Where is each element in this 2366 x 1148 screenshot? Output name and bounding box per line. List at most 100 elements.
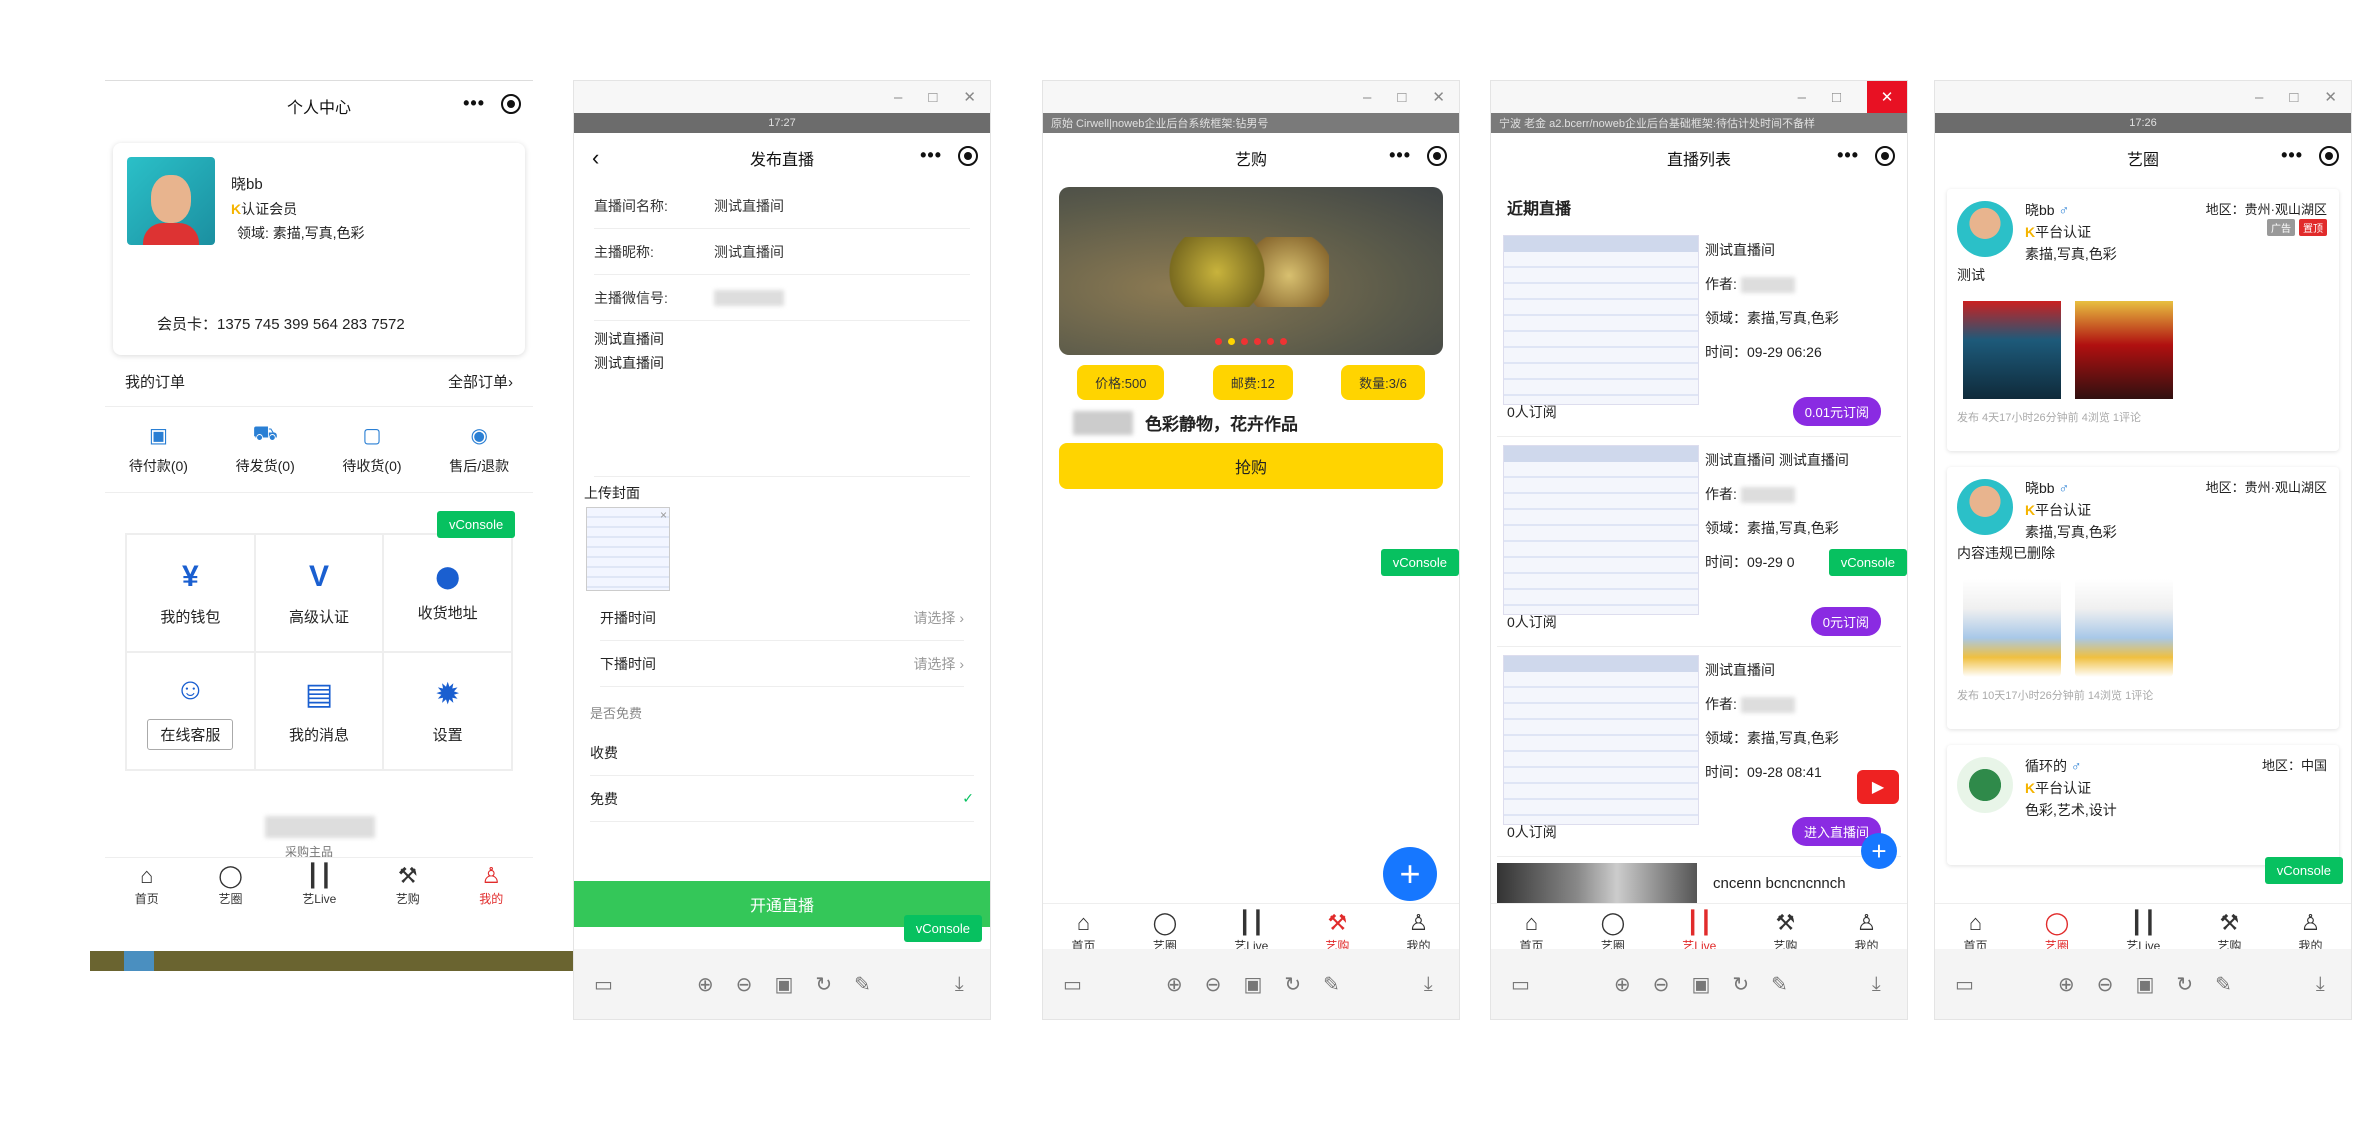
close-icon[interactable]: ✕	[2324, 88, 2337, 106]
close-icon[interactable]: ✕	[963, 88, 976, 106]
artwork-carousel[interactable]	[1059, 187, 1443, 355]
actual-size-icon[interactable]: ▣	[1691, 972, 1710, 997]
post-image[interactable]	[2075, 301, 2173, 399]
minimize-icon[interactable]: –	[1798, 89, 1806, 106]
tab-circle[interactable]: ◯ 艺圈	[1153, 911, 1178, 954]
close-icon[interactable]: ✕	[1867, 81, 1907, 113]
field-value-blurred[interactable]	[714, 289, 784, 306]
tab-circle[interactable]: ◯ 艺圈	[1601, 911, 1626, 954]
tab-circle[interactable]: ◯ 艺圈	[218, 864, 243, 907]
download-icon[interactable]: ⤓	[2316, 973, 2325, 996]
grid-wallet[interactable]: ¥ 我的钱包	[126, 534, 255, 652]
edit-icon[interactable]: ✎	[1323, 972, 1340, 997]
grid-address[interactable]: ⬤ 收货地址	[383, 534, 512, 652]
tab-shop[interactable]: ⚒ 艺购	[1325, 911, 1349, 954]
tab-mine[interactable]: ♙ 我的	[2298, 911, 2322, 954]
subscribe-button[interactable]: 0.01元订阅	[1792, 397, 1881, 426]
tab-home[interactable]: ⌂ 首页	[1072, 911, 1096, 954]
live-item[interactable]: 测试直播间 测试直播间 作者: 领域：素描,写真,色彩 时间：09-29 0 0…	[1497, 437, 1901, 647]
field-value[interactable]: 测试直播间	[714, 242, 784, 262]
rotate-icon[interactable]: ↻	[1284, 972, 1301, 997]
zoom-out-icon[interactable]: ⊖	[2097, 972, 2114, 997]
grid-customer-service[interactable]: ☺ 在线客服	[126, 652, 255, 770]
tab-shop[interactable]: ⚒ 艺购	[2217, 911, 2241, 954]
zoom-in-icon[interactable]: ⊕	[1166, 972, 1183, 997]
subscribe-button[interactable]: 0元订阅	[1810, 607, 1881, 636]
end-time-picker[interactable]: 下播时间 请选择 ›	[600, 641, 964, 687]
avatar[interactable]	[1957, 201, 2013, 257]
avatar[interactable]	[1957, 479, 2013, 535]
buy-button[interactable]: 抢购	[1059, 443, 1443, 489]
description-textarea[interactable]: 测试直播间 测试直播间	[594, 327, 970, 477]
grid-messages[interactable]: ▤ 我的消息	[254, 652, 384, 770]
download-icon[interactable]: ⤓	[1424, 973, 1433, 996]
start-time-picker[interactable]: 开播时间 请选择 ›	[600, 595, 964, 641]
tab-live[interactable]: ┃┃ 艺Live	[1682, 911, 1716, 954]
minimize-icon[interactable]: –	[2255, 89, 2263, 106]
tab-live[interactable]: ┃┃ 艺Live	[302, 864, 336, 907]
actual-size-icon[interactable]: ▣	[774, 972, 793, 997]
panel-icon[interactable]: ▭	[1511, 972, 1530, 997]
panel-icon[interactable]: ▭	[1955, 972, 1974, 997]
tab-live[interactable]: ┃┃ 艺Live	[1234, 911, 1268, 954]
edit-icon[interactable]: ✎	[1771, 972, 1788, 997]
add-fab-button[interactable]: +	[1383, 847, 1437, 901]
cover-thumbnail[interactable]	[586, 507, 670, 591]
live-item[interactable]: 测试直播间 作者: 领域：素描,写真,色彩 时间：09-29 06:26 0人订…	[1497, 227, 1901, 437]
live-item-partial[interactable]: cncenn bcncncnnch	[1497, 863, 1901, 903]
post-image[interactable]	[2075, 579, 2173, 677]
panel-icon[interactable]: ▭	[594, 972, 613, 997]
vconsole-button[interactable]: vConsole	[1380, 549, 1459, 576]
zoom-out-icon[interactable]: ⊖	[1653, 972, 1670, 997]
vconsole-button[interactable]: vConsole	[903, 915, 982, 942]
grid-verification[interactable]: V 高级认证	[254, 534, 384, 652]
avatar[interactable]	[127, 157, 215, 245]
tab-mine[interactable]: ♙ 我的	[1406, 911, 1430, 954]
post-card[interactable]: 地区：中国 循环的 ♂ K平台认证 色彩,艺术,设计	[1947, 745, 2339, 865]
order-refund[interactable]: ◉ 售后/退款	[449, 423, 509, 476]
capsule-close-icon[interactable]	[958, 145, 978, 166]
minimize-icon[interactable]: –	[1363, 89, 1371, 106]
capsule-close-icon[interactable]	[1427, 145, 1447, 166]
post-image[interactable]	[1963, 579, 2061, 677]
grid-settings[interactable]: ✹ 设置	[383, 652, 512, 770]
tab-mine[interactable]: ♙ 我的	[1854, 911, 1878, 954]
vconsole-button[interactable]: vConsole	[1828, 549, 1907, 576]
field-host-wechat[interactable]: 主播微信号:	[594, 275, 970, 321]
field-value[interactable]: 测试直播间	[714, 196, 784, 216]
actual-size-icon[interactable]: ▣	[1243, 972, 1262, 997]
close-icon[interactable]: ✕	[1432, 88, 1445, 106]
tab-live[interactable]: ┃┃ 艺Live	[2126, 911, 2160, 954]
maximize-icon[interactable]: □	[2289, 89, 2298, 106]
tab-home[interactable]: ⌂ 首页	[135, 864, 159, 907]
field-room-name[interactable]: 直播间名称: 测试直播间	[594, 183, 970, 229]
post-card[interactable]: 地区：贵州·观山湖区 晓bb ♂ K平台认证 素描,写真,色彩 内容违规已删除 …	[1947, 467, 2339, 729]
tab-shop[interactable]: ⚒ 艺购	[396, 864, 420, 907]
video-camera-icon[interactable]: ▶	[1857, 770, 1899, 804]
minimize-icon[interactable]: –	[894, 89, 902, 106]
vconsole-button[interactable]: vConsole	[2264, 857, 2343, 884]
post-card[interactable]: 地区：贵州·观山湖区 广告 置顶 晓bb ♂ K平台认证 素描,写真,色彩 测试…	[1947, 189, 2339, 451]
tab-home[interactable]: ⌂ 首页	[1520, 911, 1544, 954]
order-pending-payment[interactable]: ▣ 待付款(0)	[129, 423, 188, 476]
option-free[interactable]: 免费 ✓	[590, 776, 974, 822]
zoom-out-icon[interactable]: ⊖	[1205, 972, 1222, 997]
tab-circle[interactable]: ◯ 艺圈	[2045, 911, 2070, 954]
more-icon[interactable]: •••	[1837, 145, 1859, 166]
field-host-nickname[interactable]: 主播昵称: 测试直播间	[594, 229, 970, 275]
more-icon[interactable]: •••	[2281, 145, 2303, 166]
edit-icon[interactable]: ✎	[2215, 972, 2232, 997]
download-icon[interactable]: ⤓	[955, 973, 964, 996]
tab-shop[interactable]: ⚒ 艺购	[1773, 911, 1797, 954]
capsule-close-icon[interactable]	[2319, 145, 2339, 166]
maximize-icon[interactable]: □	[1397, 89, 1406, 106]
zoom-out-icon[interactable]: ⊖	[736, 972, 753, 997]
panel-icon[interactable]: ▭	[1063, 972, 1082, 997]
capsule-close-icon[interactable]	[501, 93, 521, 114]
actual-size-icon[interactable]: ▣	[2135, 972, 2154, 997]
add-fab-button[interactable]: +	[1861, 833, 1897, 869]
zoom-in-icon[interactable]: ⊕	[1614, 972, 1631, 997]
more-icon[interactable]: •••	[463, 93, 485, 114]
download-icon[interactable]: ⤓	[1872, 973, 1881, 996]
rotate-icon[interactable]: ↻	[815, 972, 832, 997]
